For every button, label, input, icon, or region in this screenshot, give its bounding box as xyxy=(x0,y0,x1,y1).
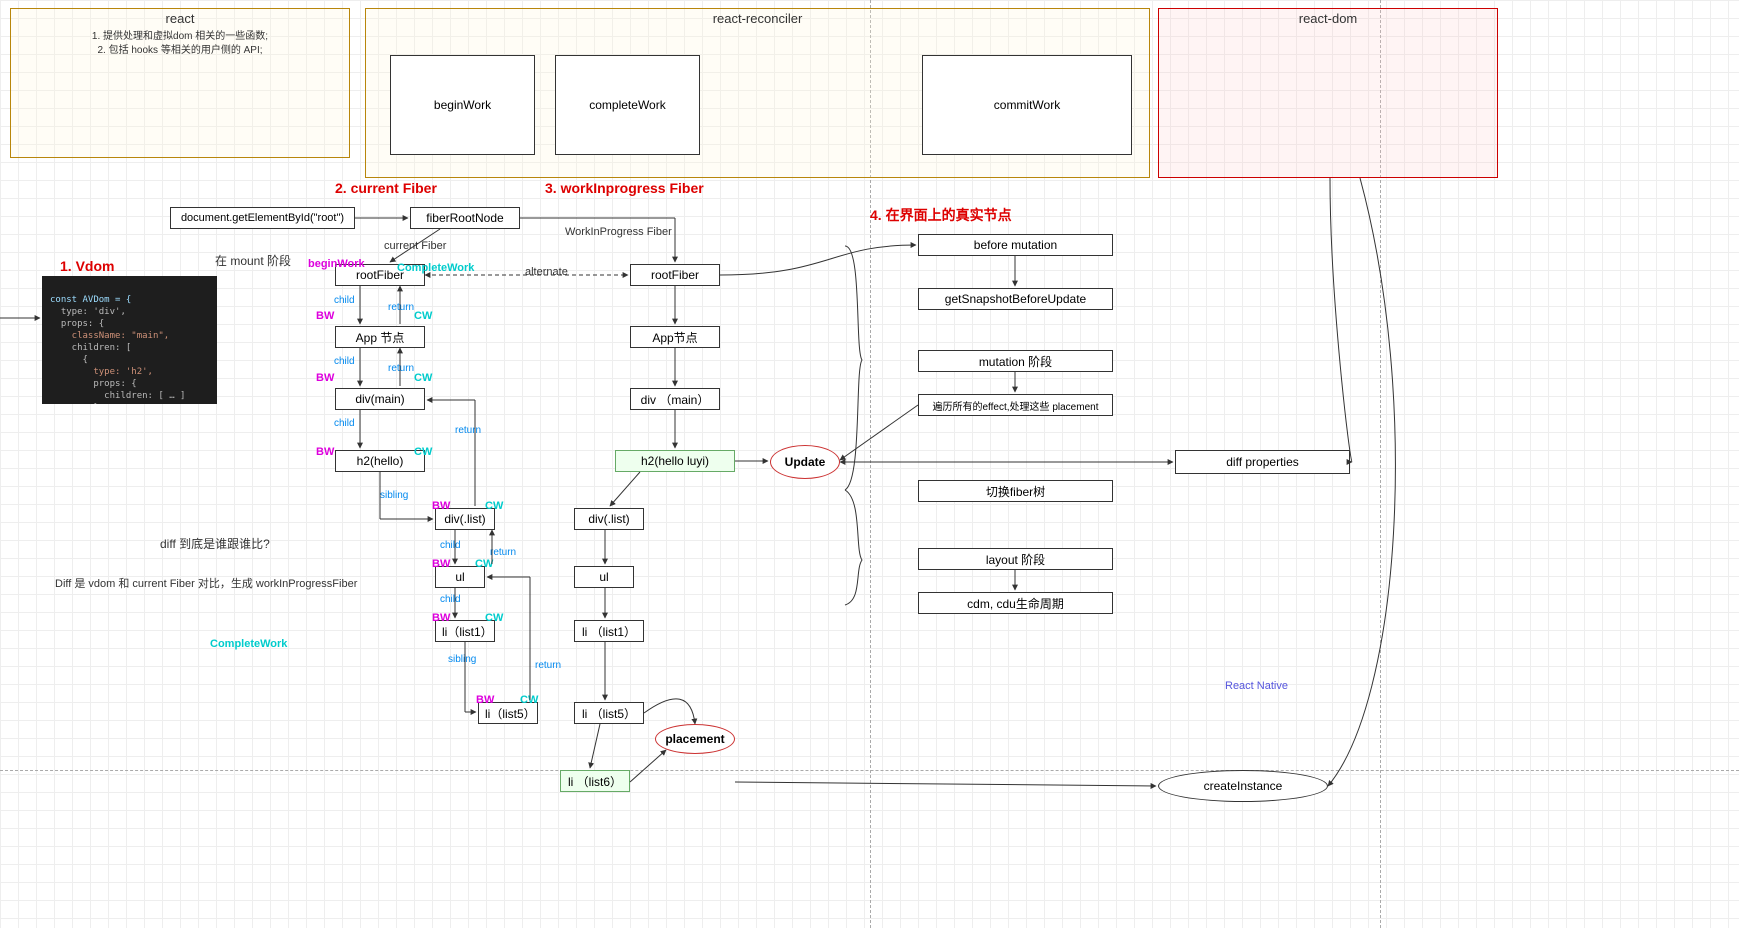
label-child2: child xyxy=(334,356,355,367)
label-bw4: BW xyxy=(432,500,450,512)
box-mutation: mutation 阶段 xyxy=(918,350,1113,372)
label-child4: child xyxy=(440,540,461,551)
box-commitwork: commitWork xyxy=(922,55,1132,155)
code-vdom: const AVDom = { type: 'div', props: { cl… xyxy=(42,276,217,404)
label-child5: child xyxy=(440,594,461,605)
heading-vdom: 1. Vdom xyxy=(60,258,114,274)
label-diffa: Diff 是 vdom 和 current Fiber 对比，生成 workIn… xyxy=(55,575,357,591)
box-snapshot: getSnapshotBeforeUpdate xyxy=(918,288,1113,310)
label-currentfiber-edge: current Fiber xyxy=(384,240,446,252)
heading-wip: 3. workInprogress Fiber xyxy=(545,180,704,196)
box-ul-w: ul xyxy=(574,566,634,588)
label-cw1: CW xyxy=(414,310,432,322)
label-child3: child xyxy=(334,418,355,429)
label-cw3: CW xyxy=(414,446,432,458)
region-react-title: react xyxy=(11,11,349,26)
label-beginwork: beginWork xyxy=(308,258,365,270)
label-cw2: CW xyxy=(414,372,432,384)
label-return1: return xyxy=(388,302,414,313)
label-return-list: return xyxy=(455,425,481,436)
label-child1: child xyxy=(334,295,355,306)
label-completework-alone: CompleteWork xyxy=(210,638,287,650)
box-diffprops: diff properties xyxy=(1175,450,1350,474)
label-sibling1: sibling xyxy=(380,490,408,501)
label-alternate: alternate xyxy=(525,266,568,278)
box-divmain-w: div （main） xyxy=(630,388,720,410)
label-diffq: diff 到底是谁跟谁比? xyxy=(160,535,270,552)
box-divmain-c: div(main) xyxy=(335,388,425,410)
box-fiberroot: fiberRootNode xyxy=(410,207,520,229)
label-cw7: CW xyxy=(520,694,538,706)
label-completework: CompleteWork xyxy=(397,262,474,274)
box-divlist-w: div(.list) xyxy=(574,508,644,530)
box-app-c: App 节点 xyxy=(335,326,425,348)
label-bw2: BW xyxy=(316,372,334,384)
region-reconciler-title: react-reconciler xyxy=(366,11,1149,26)
region-react-sub2: 2. 包括 hooks 等相关的用户侧的 API; xyxy=(11,44,349,58)
label-mount: 在 mount 阶段 xyxy=(215,252,291,269)
label-cw5: CW xyxy=(475,558,493,570)
ellipse-placement: placement xyxy=(655,724,735,754)
label-cw4: CW xyxy=(485,500,503,512)
label-sibling2: sibling xyxy=(448,654,476,665)
label-wip-edge: WorkInProgress Fiber xyxy=(565,226,672,238)
box-li6-w: li （list6） xyxy=(560,770,630,792)
heading-current: 2. current Fiber xyxy=(335,180,437,196)
label-cw6: CW xyxy=(485,612,503,624)
box-lifecycle: cdm, cdu生命周期 xyxy=(918,592,1113,614)
region-react-sub1: 1. 提供处理和虚拟dom 相关的一些函数; xyxy=(11,30,349,44)
box-h2-c: h2(hello) xyxy=(335,450,425,472)
box-traverse: 遍历所有的effect,处理这些 placement xyxy=(918,394,1113,416)
box-beginwork: beginWork xyxy=(390,55,535,155)
region-reactdom: react-dom xyxy=(1158,8,1498,178)
heading-realdom: 4. 在界面上的真实节点 xyxy=(870,205,1012,225)
label-bw1: BW xyxy=(316,310,334,322)
label-bw5: BW xyxy=(432,558,450,570)
box-switch: 切换fiber树 xyxy=(918,480,1113,502)
box-h2-w: h2(hello luyi) xyxy=(615,450,735,472)
box-before-mutation: before mutation xyxy=(918,234,1113,256)
label-return4: return xyxy=(535,660,561,671)
box-li1-w: li （list1） xyxy=(574,620,644,642)
label-bw3: BW xyxy=(316,446,334,458)
box-li5-w: li （list5） xyxy=(574,702,644,724)
box-completework: completeWork xyxy=(555,55,700,155)
label-bw6: BW xyxy=(432,612,450,624)
box-app-w: App节点 xyxy=(630,326,720,348)
label-return3: return xyxy=(490,547,516,558)
label-bw7: BW xyxy=(476,694,494,706)
box-getelement: document.getElementById("root") xyxy=(170,207,355,229)
label-return2: return xyxy=(388,363,414,374)
box-layout: layout 阶段 xyxy=(918,548,1113,570)
label-reactnative: React Native xyxy=(1225,680,1288,692)
ellipse-update: Update xyxy=(770,445,840,479)
region-reactdom-title: react-dom xyxy=(1159,11,1497,26)
ellipse-createinstance: createInstance xyxy=(1158,770,1328,802)
region-react: react 1. 提供处理和虚拟dom 相关的一些函数; 2. 包括 hooks… xyxy=(10,8,350,158)
box-rootfiber-w: rootFiber xyxy=(630,264,720,286)
